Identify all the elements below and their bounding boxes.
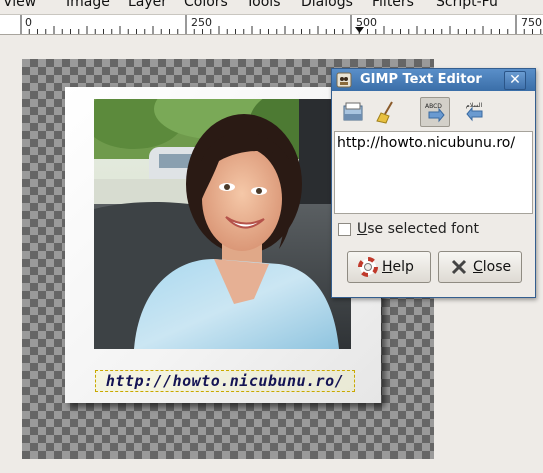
right-to-left-icon[interactable]: السلام [462,97,492,127]
gimp-app-icon [336,72,352,88]
open-file-icon[interactable] [338,97,368,127]
menu-view[interactable]: View [3,0,36,10]
help-button[interactable]: Help [347,251,431,283]
caption-text: http://howto.nicubunu.ro/ [105,372,345,390]
help-button-label: Help [382,259,414,275]
menu-image[interactable]: Image [66,0,110,10]
svg-text:السلام: السلام [466,102,482,109]
close-icon[interactable]: ✕ [504,71,526,90]
use-selected-font-row[interactable]: Use selected font [338,220,479,238]
menu-dialogs[interactable]: Dialogs [301,0,353,10]
close-button-label: Close [473,259,512,275]
menu-colors[interactable]: Colors [184,0,228,10]
ruler-label-750: 750 [521,16,542,29]
horizontal-ruler[interactable]: 0 250 500 750 [0,14,543,35]
dialog-titlebar[interactable]: GIMP Text Editor ✕ [332,69,535,91]
ruler-ticks [20,15,542,34]
photo-image[interactable] [94,99,351,349]
text-layer-boundary[interactable]: http://howto.nicubunu.ro/ [95,370,355,392]
close-x-icon [449,257,469,277]
use-selected-font-label: Use selected font [357,221,480,237]
broom-icon[interactable] [372,97,402,127]
menu-filters[interactable]: Filters [372,0,414,10]
menubar: View Image Layer Colors Tools Dialogs Fi… [0,0,543,14]
use-selected-font-checkbox[interactable] [338,222,351,236]
ruler-label-0: 0 [25,16,32,29]
dialog-title: GIMP Text Editor [360,72,482,87]
text-editor-dialog[interactable]: GIMP Text Editor ✕ ABCD السلام http://ho… [331,68,536,298]
text-editor-input[interactable]: http://howto.nicubunu.ro/ [334,131,533,214]
menu-tools[interactable]: Tools [246,0,281,10]
close-button[interactable]: Close [438,251,522,283]
svg-text:ABCD: ABCD [425,103,442,110]
ruler-label-500: 500 [356,16,377,29]
text-editor-toolbar: ABCD السلام [332,91,535,131]
lifebuoy-icon [358,257,378,277]
menu-script-fu[interactable]: Script-Fu [436,0,498,10]
left-to-right-icon[interactable]: ABCD [420,97,450,127]
menu-layer[interactable]: Layer [128,0,167,10]
ruler-label-250: 250 [191,16,212,29]
